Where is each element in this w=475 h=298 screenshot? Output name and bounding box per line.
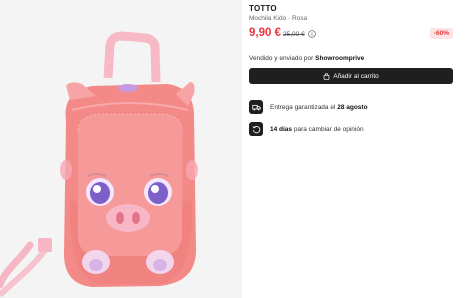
add-to-cart-label: Añadir al carrito	[333, 72, 379, 80]
info-icon[interactable]	[308, 30, 316, 38]
product-brand: TOTTO	[249, 4, 277, 13]
seller-prefix: Vendido y enviado por	[249, 55, 314, 62]
delivery-date: 28 agosto	[337, 103, 368, 111]
return-suffix: para cambiar de opinión	[293, 125, 364, 133]
return-text: 14 días para cambiar de opinión	[270, 126, 364, 133]
product-subtitle: Mochila Kido · Rosa	[249, 15, 308, 22]
price-row: 9,90 € 25,00 € -60%	[249, 27, 453, 41]
return-icon	[249, 122, 263, 136]
truck-icon	[249, 100, 263, 114]
seller-name: Showroomprive	[315, 55, 365, 62]
delivery-text: Entrega garantizada el 28 agosto	[270, 104, 368, 111]
seller-info: Vendido y enviado por Showroomprive	[249, 55, 364, 62]
return-info: 14 días para cambiar de opinión	[249, 122, 453, 136]
product-image[interactable]	[0, 0, 242, 298]
shopping-bag-icon	[323, 72, 330, 80]
delivery-prefix: Entrega garantizada el	[270, 103, 336, 111]
current-price: 9,90 €	[249, 27, 281, 39]
return-days: 14 días	[270, 125, 293, 133]
original-price: 25,00 €	[283, 30, 305, 38]
delivery-info: Entrega garantizada el 28 agosto	[249, 100, 453, 114]
discount-badge: -60%	[429, 28, 453, 39]
add-to-cart-button[interactable]: Añadir al carrito	[249, 68, 453, 84]
